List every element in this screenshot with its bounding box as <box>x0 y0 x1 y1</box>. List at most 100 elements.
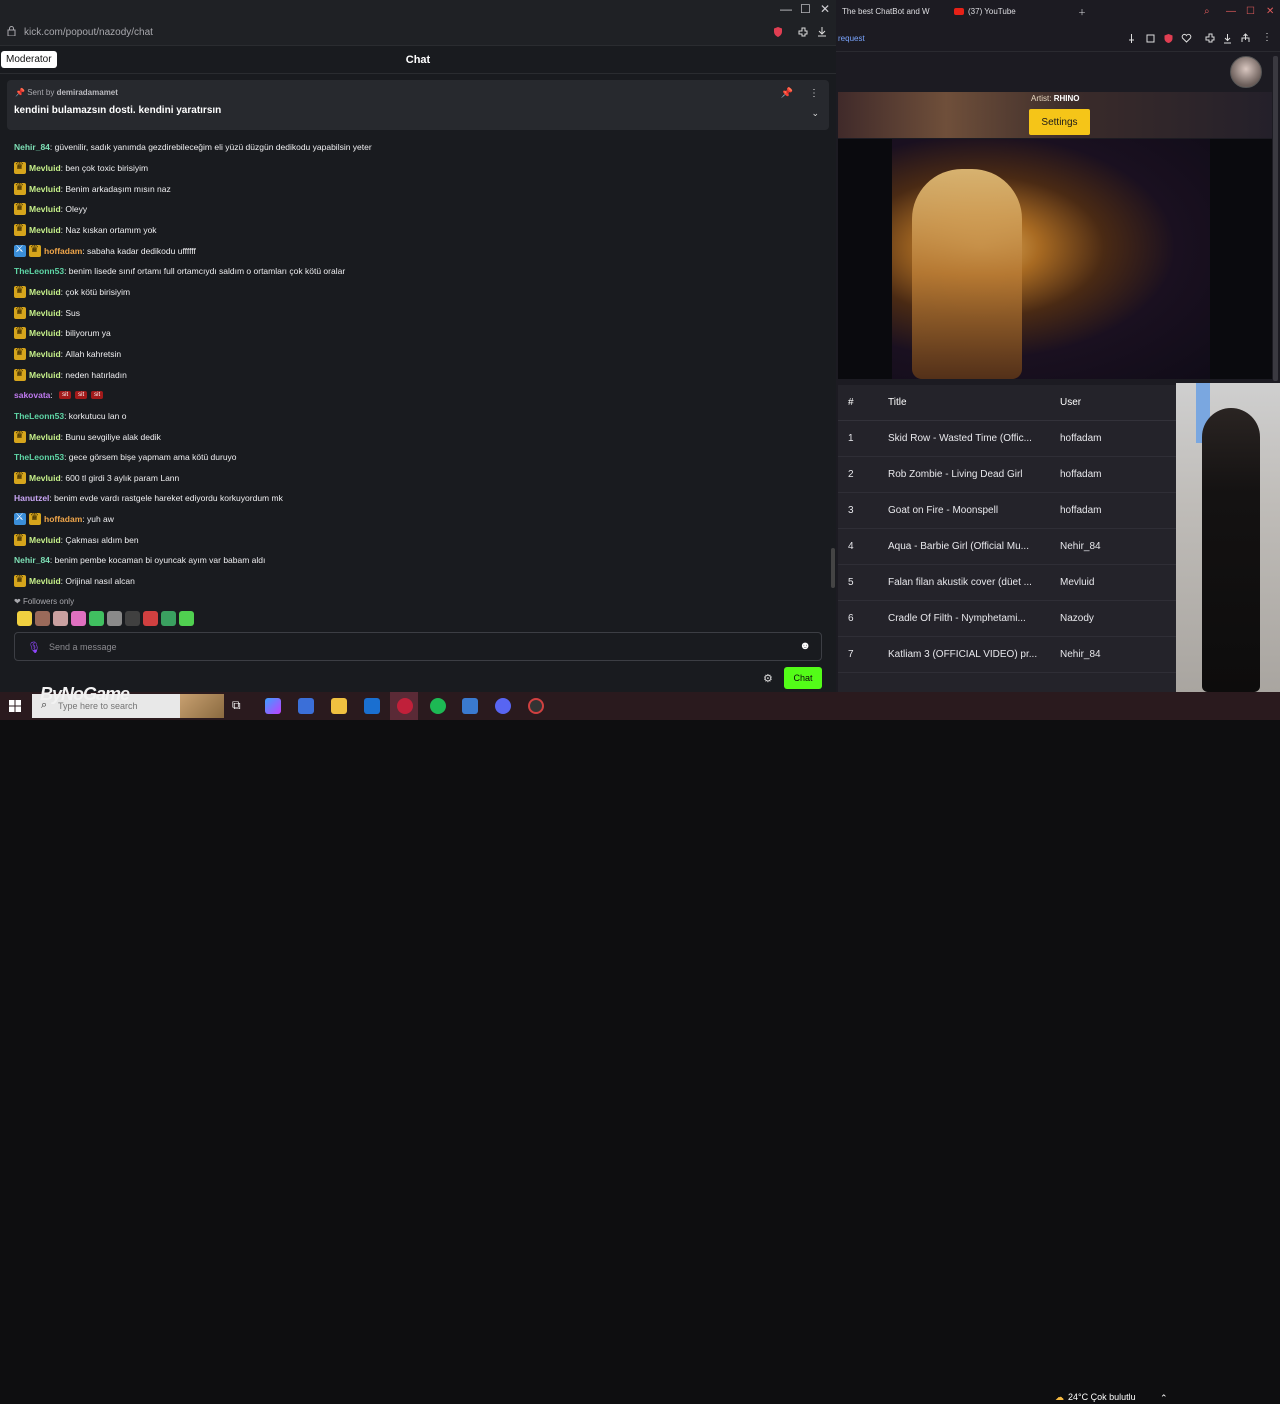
emote-icon[interactable] <box>89 611 104 626</box>
chat-send-button[interactable]: Chat <box>784 667 822 689</box>
subscriber-crown-icon[interactable] <box>14 368 26 381</box>
pin-icon[interactable]: 📌 <box>781 88 793 99</box>
queue-row[interactable]: 1 Skid Row - Wasted Time (Offic... hoffada… <box>838 421 1176 457</box>
subscriber-crown-icon[interactable] <box>14 430 26 443</box>
minimize-icon[interactable]: — <box>780 2 792 16</box>
close-icon[interactable]: ✕ <box>1266 6 1274 17</box>
chat-username[interactable]: sakovata <box>14 390 50 400</box>
pinned-message[interactable]: 📌 Sent by demiradamamet kendini bulamazs… <box>7 80 829 130</box>
app-icon[interactable] <box>462 698 478 714</box>
subscriber-crown-icon[interactable] <box>29 244 41 257</box>
queue-row[interactable]: 6 Cradle Of Filth - Nymphetami... Nazody <box>838 601 1176 637</box>
video-player[interactable] <box>838 139 1272 379</box>
queue-row[interactable]: 5 Falan filan akustik cover (düet ... Mevl… <box>838 565 1176 601</box>
store-icon[interactable] <box>298 698 314 714</box>
subscriber-crown-icon[interactable] <box>14 471 26 484</box>
chat-username[interactable]: Mevluid <box>29 349 61 359</box>
emoji-icon[interactable]: ☻ <box>799 640 811 652</box>
subscriber-crown-icon[interactable] <box>14 347 26 360</box>
message-input-box[interactable]: 🎙 ☻ <box>14 632 822 661</box>
emote-icon[interactable] <box>35 611 50 626</box>
page-scrollbar[interactable] <box>1273 56 1278 381</box>
address-bar[interactable]: kick.com/popout/nazody/chat <box>0 20 836 46</box>
chat-scrollbar[interactable] <box>831 548 835 588</box>
subscriber-crown-icon[interactable] <box>14 533 26 546</box>
chat-username[interactable]: Mevluid <box>29 184 61 194</box>
emote-icon[interactable] <box>71 611 86 626</box>
tab-chatbot[interactable]: The best ChatBot and W <box>842 7 930 16</box>
address-bar[interactable]: request ⋮ <box>836 24 1280 52</box>
chat-username[interactable]: Mevluid <box>29 287 61 297</box>
subscriber-crown-icon[interactable] <box>29 512 41 526</box>
outlook-icon[interactable] <box>364 698 380 714</box>
spotify-icon[interactable] <box>430 698 446 714</box>
copilot-icon[interactable] <box>265 698 281 714</box>
obs-icon[interactable] <box>528 698 544 714</box>
opera-icon[interactable] <box>397 698 413 714</box>
download-icon[interactable] <box>1222 33 1233 44</box>
chat-username[interactable]: TheLeonn53 <box>14 452 64 462</box>
file-explorer-icon[interactable] <box>331 698 347 714</box>
emote-icon[interactable] <box>125 611 140 626</box>
crop-icon[interactable] <box>1145 33 1156 44</box>
avatar[interactable] <box>1230 56 1262 88</box>
moderator-badge-icon[interactable] <box>14 512 26 526</box>
discord-icon[interactable] <box>495 698 511 714</box>
queue-row[interactable]: 7 Katliam 3 (OFFICIAL VIDEO) pr... Nehir_8… <box>838 637 1176 673</box>
subscriber-crown-icon[interactable] <box>14 326 26 340</box>
menu-icon[interactable]: ⋮ <box>1262 32 1273 43</box>
chat-username[interactable]: Hanutzel <box>14 493 49 503</box>
shield-icon[interactable] <box>772 26 784 38</box>
emote-bar[interactable] <box>17 611 194 627</box>
close-icon[interactable]: ✕ <box>820 2 830 16</box>
subscriber-crown-icon[interactable] <box>14 574 26 588</box>
extensions-icon[interactable] <box>1204 33 1215 44</box>
subscriber-crown-icon[interactable] <box>14 306 26 319</box>
emote-icon[interactable] <box>17 611 32 626</box>
chat-username[interactable]: hoffadam <box>44 514 82 524</box>
emote-icon[interactable] <box>179 611 194 626</box>
maximize-icon[interactable]: ☐ <box>800 2 811 16</box>
subscriber-crown-icon[interactable] <box>14 223 26 236</box>
chevron-down-icon[interactable]: ⌄ <box>811 108 819 119</box>
queue-row[interactable]: 4 Aqua - Barbie Girl (Official Mu... Nehir… <box>838 529 1176 565</box>
queue-row[interactable]: 2 Rob Zombie - Living Dead Girl hoffadam <box>838 457 1176 493</box>
share-icon[interactable] <box>1240 33 1251 44</box>
chat-username[interactable]: Nehir_84 <box>14 142 50 152</box>
settings-button[interactable]: Settings <box>1029 109 1090 135</box>
emote-icon[interactable] <box>143 611 158 626</box>
chat-emote[interactable]: sit <box>59 391 72 400</box>
task-view-icon[interactable]: ⧉ <box>232 698 248 714</box>
chat-username[interactable]: Mevluid <box>29 204 61 214</box>
subscriber-crown-icon[interactable] <box>14 182 26 195</box>
shield-icon[interactable] <box>1163 33 1174 44</box>
emote-icon[interactable] <box>161 611 176 626</box>
queue-row[interactable]: 3 Goat on Fire - Moonspell hoffadam <box>838 493 1176 529</box>
emote-icon[interactable] <box>53 611 68 626</box>
tab-youtube[interactable]: (37) YouTube <box>954 7 1016 16</box>
chat-username[interactable]: Mevluid <box>29 328 61 338</box>
subscriber-crown-icon[interactable] <box>14 161 26 174</box>
weather-widget[interactable]: ☁ 24°C Çok bulutlu <box>1055 1392 1136 1403</box>
download-icon[interactable] <box>816 26 828 38</box>
emote-icon[interactable] <box>107 611 122 626</box>
url-text[interactable]: request <box>838 34 865 43</box>
chat-username[interactable]: Mevluid <box>29 225 61 235</box>
pin-icon[interactable] <box>1126 33 1137 44</box>
chat-username[interactable]: Mevluid <box>29 535 61 545</box>
chat-username[interactable]: Mevluid <box>29 370 61 380</box>
chat-username[interactable]: Mevluid <box>29 163 61 173</box>
new-tab-icon[interactable]: ＋ <box>1078 7 1086 18</box>
pinned-user[interactable]: demiradamamet <box>57 88 118 97</box>
chat-username[interactable]: Nehir_84 <box>14 555 50 565</box>
subscriber-crown-icon[interactable] <box>14 202 26 216</box>
url-text[interactable]: kick.com/popout/nazody/chat <box>24 27 153 38</box>
moderator-badge-icon[interactable] <box>14 244 26 257</box>
subscriber-crown-icon[interactable] <box>14 285 26 298</box>
gear-icon[interactable]: ⚙ <box>763 672 773 685</box>
microphone-icon[interactable]: 🎙 <box>27 641 41 654</box>
chat-emote[interactable]: sit <box>91 391 104 400</box>
chat-username[interactable]: Mevluid <box>29 308 61 318</box>
chat-username[interactable]: Mevluid <box>29 576 61 586</box>
message-input[interactable] <box>49 639 789 655</box>
